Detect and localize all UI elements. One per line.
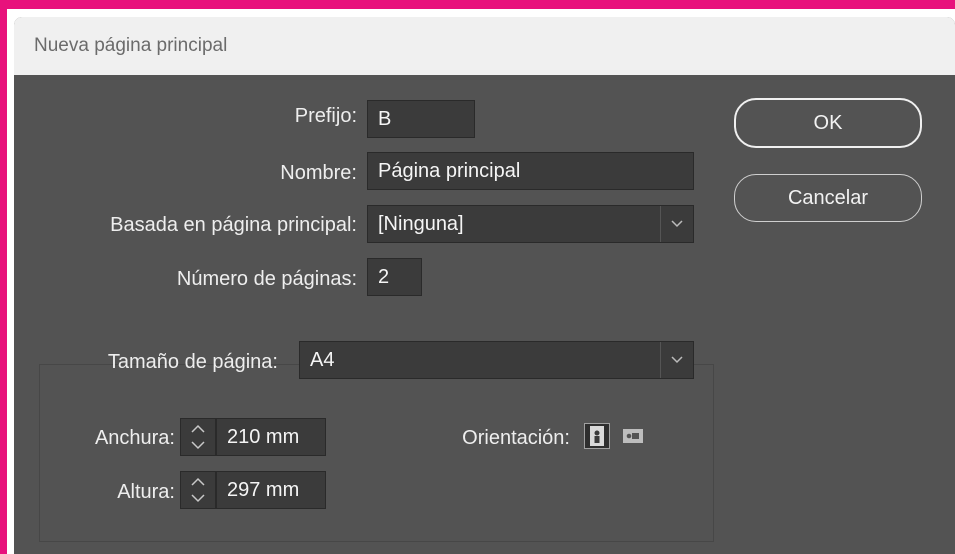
orientation-label: Orientación:: [462, 427, 570, 449]
height-input[interactable]: 297 mm: [216, 471, 326, 509]
portrait-icon[interactable]: [584, 423, 610, 449]
name-input[interactable]: Página principal: [367, 152, 694, 190]
height-label: Altura:: [117, 481, 175, 503]
page-size-group: [39, 364, 714, 542]
cancel-button[interactable]: Cancelar: [734, 174, 922, 222]
new-master-page-dialog: Nueva página principal Prefijo: B Nombre…: [14, 17, 955, 554]
dialog-title: Nueva página principal: [14, 17, 955, 75]
chevron-down-icon[interactable]: [660, 206, 693, 242]
page-size-value: A4: [310, 349, 335, 371]
based-on-select[interactable]: [Ninguna]: [367, 205, 694, 243]
width-stepper[interactable]: [180, 418, 216, 456]
landscape-icon[interactable]: [620, 423, 646, 449]
prefix-input[interactable]: B: [367, 100, 475, 138]
ok-button[interactable]: OK: [734, 98, 922, 148]
pages-label: Número de páginas:: [176, 268, 357, 290]
up-down-arrows-icon: [191, 424, 205, 450]
based-on-label: Basada en página principal:: [110, 214, 357, 236]
chevron-down-icon[interactable]: [660, 342, 693, 378]
name-label: Nombre:: [280, 162, 357, 184]
width-input[interactable]: 210 mm: [216, 418, 326, 456]
prefix-label: Prefijo:: [294, 105, 357, 127]
width-label: Anchura:: [94, 427, 175, 449]
based-on-value: [Ninguna]: [378, 213, 464, 235]
pages-input[interactable]: 2: [367, 258, 422, 296]
page-size-select[interactable]: A4: [299, 341, 694, 379]
page-size-label: Tamaño de página:: [107, 351, 278, 373]
up-down-arrows-icon: [191, 477, 205, 503]
height-stepper[interactable]: [180, 471, 216, 509]
